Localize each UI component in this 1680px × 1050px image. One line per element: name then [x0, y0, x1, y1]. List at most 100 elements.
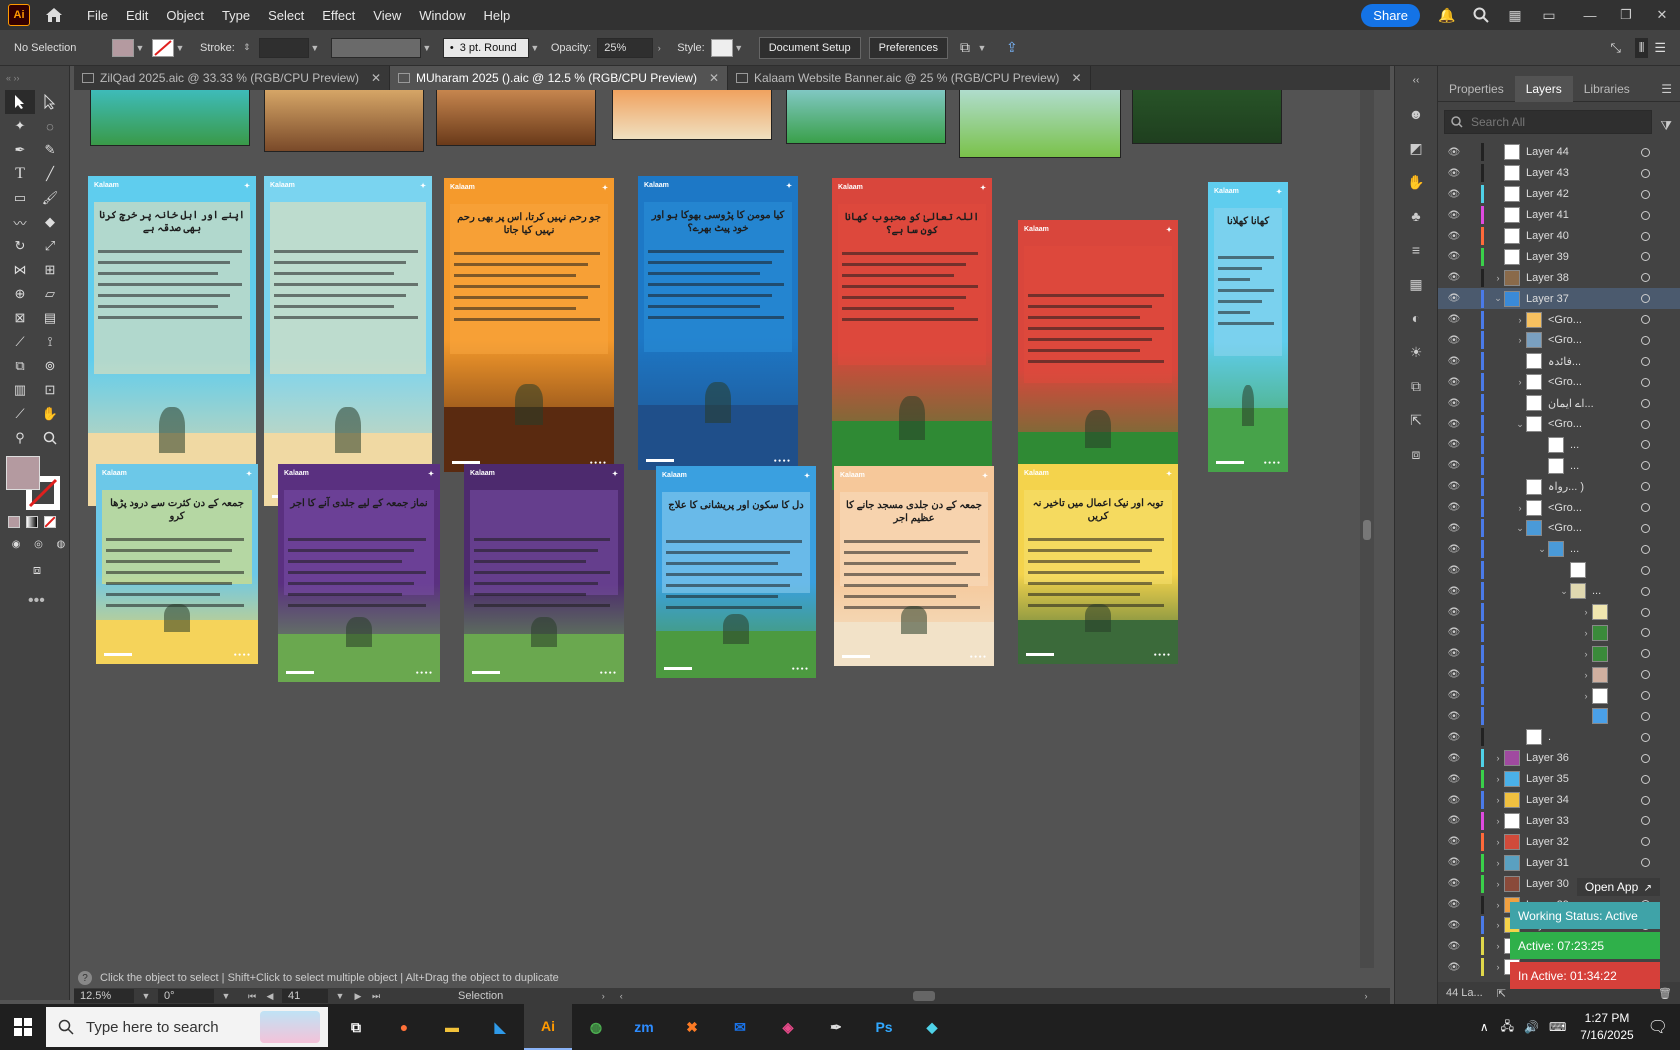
expand-chevron-icon[interactable]: ›	[1580, 628, 1592, 638]
layer-row[interactable]: 👁 › Layer 35	[1438, 769, 1680, 790]
transparency-icon[interactable]: ◐	[1404, 306, 1428, 330]
stroke-stepper-icon[interactable]: ⇕	[241, 42, 253, 53]
last-artboard-icon[interactable]: ⏭	[370, 991, 382, 1002]
gradient-tool-icon[interactable]: ▤	[35, 306, 65, 330]
document-tab[interactable]: ZilQad 2025.aic @ 33.33 % (RGB/CPU Previ…	[74, 66, 391, 90]
layer-name[interactable]: Layer 42	[1526, 188, 1569, 200]
target-circle-icon[interactable]	[1641, 440, 1650, 450]
target-circle-icon[interactable]	[1641, 628, 1650, 638]
properties-toggle-icon[interactable]: ⫴	[1634, 37, 1649, 58]
taskbar-app-affinity-icon[interactable]: ◈	[764, 1004, 812, 1050]
target-circle-icon[interactable]	[1641, 795, 1650, 805]
taskbar-app-file-explorer-icon[interactable]: ▬	[428, 1004, 476, 1050]
expand-chevron-icon[interactable]: ›	[1492, 920, 1504, 930]
target-circle-icon[interactable]	[1641, 544, 1650, 554]
expand-chevron-icon[interactable]: ›	[1514, 503, 1526, 513]
symbols-icon[interactable]: ♣	[1404, 204, 1428, 228]
visibility-eye-icon[interactable]: 👁	[1447, 899, 1461, 910]
curvature-tool-icon[interactable]: ✎	[35, 138, 65, 162]
chevron-down-icon[interactable]: ▼	[174, 43, 186, 53]
artboard[interactable]: Kalaam✦● ● ● ●	[1018, 220, 1178, 492]
pen-tool-icon[interactable]: ✒	[5, 138, 35, 162]
magic-wand-tool-icon[interactable]: ✦	[5, 114, 35, 138]
visibility-eye-icon[interactable]: 👁	[1447, 815, 1461, 826]
layer-row[interactable]: 👁 › Layer 34	[1438, 790, 1680, 811]
target-circle-icon[interactable]	[1641, 273, 1650, 283]
toolbar-grip-icon[interactable]: « ››	[0, 66, 69, 90]
target-circle-icon[interactable]	[1641, 670, 1650, 680]
appearance-icon[interactable]: ☻	[1404, 102, 1428, 126]
sublayer-row[interactable]: 👁 ›	[1438, 622, 1680, 643]
tab-layers[interactable]: Layers	[1514, 75, 1573, 102]
visibility-eye-icon[interactable]: 👁	[1447, 147, 1461, 158]
layer-name[interactable]: ...	[1570, 439, 1579, 451]
taskbar-app-zm-icon[interactable]: zm	[620, 1004, 668, 1050]
links-icon[interactable]: ⧉	[1404, 374, 1428, 398]
artboard[interactable]: Kalaam✦● ● ● ●	[264, 176, 432, 506]
artboard[interactable]: Kalaam ✦ جمعہ کے دن جلدی مسجد جانے کا عظیم…	[834, 466, 994, 666]
panel-menu-icon[interactable]: ☰	[1661, 82, 1672, 96]
layer-name[interactable]: Layer 41	[1526, 209, 1569, 221]
expand-chevron-icon[interactable]: ›	[1514, 377, 1526, 387]
preferences-button[interactable]: Preferences	[868, 36, 948, 59]
expand-chevron-icon[interactable]: ⌄	[1492, 293, 1504, 304]
sublayer-row[interactable]: 👁 فائدہ...	[1438, 351, 1680, 372]
shaper-tool-icon[interactable]: 〰	[5, 210, 35, 234]
taskbar-app-pen-icon[interactable]: ✒	[812, 1004, 860, 1050]
bell-icon[interactable]: 🔔	[1436, 4, 1458, 26]
target-circle-icon[interactable]	[1641, 586, 1650, 596]
layer-name[interactable]: Layer 40	[1526, 230, 1569, 242]
visibility-eye-icon[interactable]: 👁	[1447, 272, 1461, 283]
artboard[interactable]: Kalaam ✦ جو رحم نہیں کرتا، اس پر بھی رحم ن…	[444, 178, 614, 472]
sublayer-row[interactable]: 👁 › <Gro...	[1438, 497, 1680, 518]
none-mode-icon[interactable]	[44, 516, 56, 528]
expand-chevron-icon[interactable]: ›	[1492, 858, 1504, 868]
target-circle-icon[interactable]	[1641, 252, 1650, 262]
layer-name[interactable]: Layer 37	[1526, 293, 1569, 305]
document-tab[interactable]: Kalaam Website Banner.aic @ 25 % (RGB/CP…	[728, 66, 1091, 90]
mesh-tool-icon[interactable]: ⊠	[5, 306, 35, 330]
filter-icon[interactable]: ⧩	[1660, 118, 1672, 134]
type-tool-icon[interactable]: T	[5, 162, 35, 186]
chevron-down-icon[interactable]: ▼	[140, 991, 152, 1001]
gradient-panel-icon[interactable]: ▦	[1404, 272, 1428, 296]
visibility-eye-icon[interactable]: 👁	[1447, 648, 1461, 659]
home-icon[interactable]	[44, 5, 64, 25]
layer-row[interactable]: 👁 › Layer 38	[1438, 267, 1680, 288]
visibility-eye-icon[interactable]: 👁	[1447, 189, 1461, 200]
visibility-eye-icon[interactable]: 👁	[1447, 210, 1461, 221]
layer-name[interactable]: Layer 36	[1526, 752, 1569, 764]
draw-behind-icon[interactable]: ◎	[30, 536, 46, 552]
color-guide-icon[interactable]: ☀	[1404, 340, 1428, 364]
visibility-eye-icon[interactable]: 👁	[1447, 669, 1461, 680]
layer-name[interactable]: Layer 34	[1526, 794, 1569, 806]
sublayer-row[interactable]: 👁 ›	[1438, 664, 1680, 685]
line-tool-icon[interactable]: ╱	[35, 162, 65, 186]
target-circle-icon[interactable]	[1641, 649, 1650, 659]
visibility-eye-icon[interactable]: 👁	[1447, 251, 1461, 262]
slice-tool-icon[interactable]: ⟋	[5, 402, 35, 426]
layer-name[interactable]: Layer 35	[1526, 773, 1569, 785]
visibility-eye-icon[interactable]: 👁	[1447, 523, 1461, 534]
eyedropper-tool-icon[interactable]: ⟋	[5, 330, 35, 354]
align-icon[interactable]: ⧉	[960, 39, 970, 56]
target-circle-icon[interactable]	[1641, 189, 1650, 199]
layer-name[interactable]: .	[1548, 731, 1551, 743]
sublayer-row[interactable]: 👁 ›	[1438, 685, 1680, 706]
search-icon[interactable]	[1470, 4, 1492, 26]
chevron-right-icon[interactable]: ›	[653, 43, 665, 53]
visibility-eye-icon[interactable]: 👁	[1447, 439, 1461, 450]
target-circle-icon[interactable]	[1641, 335, 1650, 345]
layer-name[interactable]: Layer 31	[1526, 857, 1569, 869]
visibility-eye-icon[interactable]: 👁	[1447, 753, 1461, 764]
image-trace-icon[interactable]: ◩	[1404, 136, 1428, 160]
menu-type[interactable]: Type	[213, 8, 259, 23]
screen-mode-icon[interactable]: ⧈	[22, 558, 52, 582]
rectangle-tool-icon[interactable]: ▭	[5, 186, 35, 210]
eyedropper-icon[interactable]: ⚲	[5, 426, 35, 450]
expand-chevron-icon[interactable]: ›	[1580, 607, 1592, 617]
layer-name[interactable]: <Gro...	[1548, 502, 1582, 514]
volume-icon[interactable]: 🔊	[1524, 1020, 1539, 1034]
hand-tool-icon[interactable]: ✋	[35, 402, 65, 426]
taskbar-app-app-icon[interactable]: ◆	[908, 1004, 956, 1050]
